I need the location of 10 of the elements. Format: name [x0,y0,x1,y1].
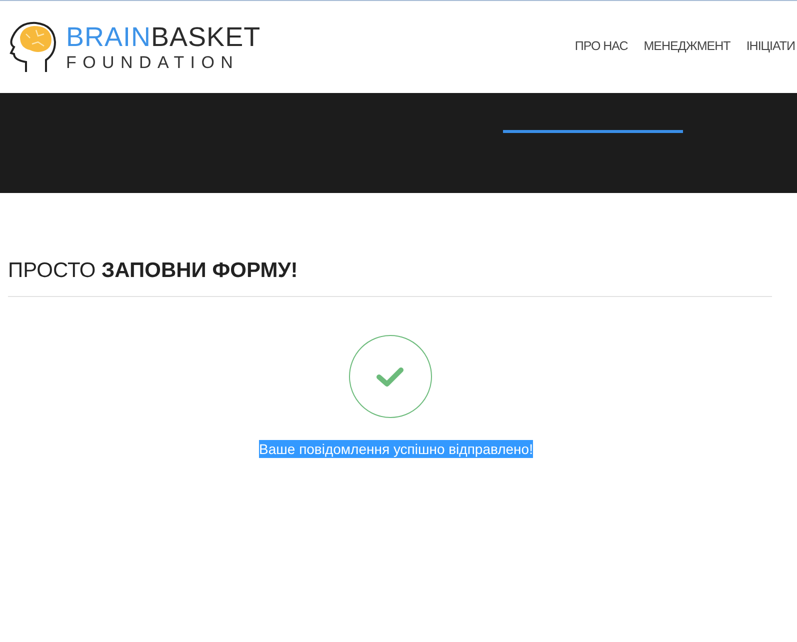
logo[interactable]: BRAINBASKET FOUNDATION [8,20,261,74]
nav-link[interactable]: ПРО НАС [574,36,628,56]
logo-word: BASKET [151,24,261,50]
logo-subtitle: FOUNDATION [66,54,240,70]
nav-link[interactable]: МЕНЕДЖМЕНТ [644,36,730,56]
nav-link[interactable]: ІНІЦІАТИ [746,36,795,56]
logo-word: BRAIN [66,24,152,50]
check-icon [376,366,404,388]
section-heading: ПРОСТО ЗАПОВНИ ФОРМУ! [8,258,299,284]
success-message: Ваше повідомлення успішно відправлено! [259,440,533,458]
